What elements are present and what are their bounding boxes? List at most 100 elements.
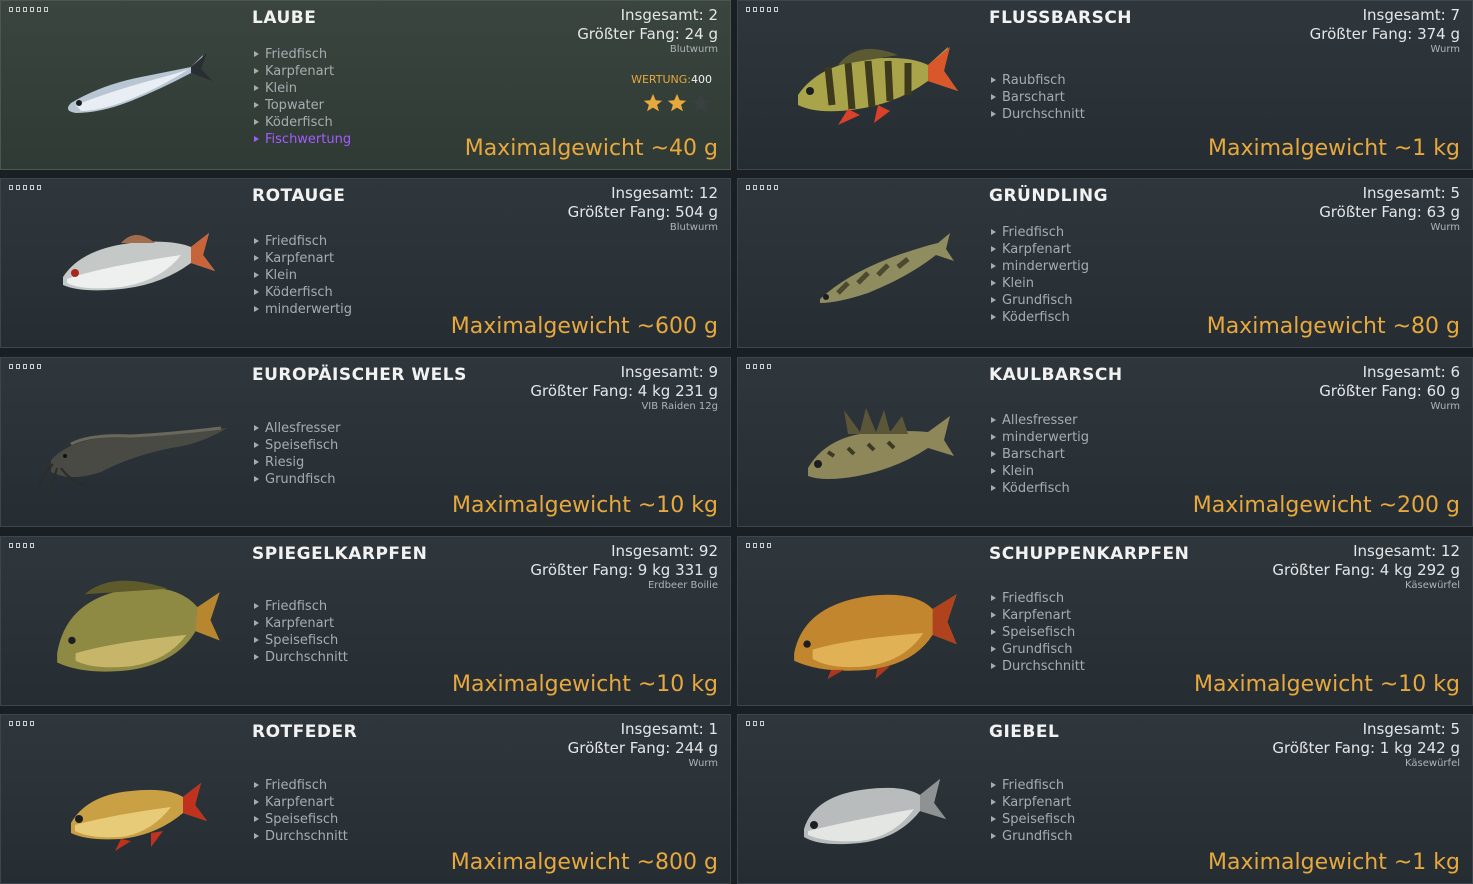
tag-label: Karpfenart	[265, 251, 335, 266]
tag-label: Speisefisch	[1002, 625, 1076, 640]
catfish-image	[31, 382, 231, 502]
catch-stats: Insgesamt: 12 Größter Fang: 4 kg 292 g Käs…	[1272, 542, 1460, 591]
rarity-dot	[746, 7, 750, 12]
fish-tag: Klein	[254, 267, 352, 284]
fish-tag: Raubfisch	[991, 72, 1085, 89]
rarity-dot	[767, 543, 771, 548]
rarity-dot	[767, 7, 771, 12]
biggest-catch: Größter Fang: 9 kg 331 g	[530, 561, 718, 579]
tag-label: Grundfisch	[265, 472, 336, 487]
fish-tag: Grundfisch	[254, 471, 340, 488]
fish-tag: Köderfisch	[254, 284, 352, 301]
rarity-dot	[746, 543, 750, 548]
tag-bullet-icon	[991, 246, 996, 252]
rarity-dot	[760, 364, 764, 369]
tag-label: Friedfisch	[265, 47, 328, 62]
tag-label: Friedfisch	[265, 234, 328, 249]
tag-label: Speisefisch	[265, 438, 339, 453]
catch-stats: Insgesamt: 1 Größter Fang: 244 g Wurm	[568, 720, 718, 769]
fish-tag: Friedfisch	[991, 777, 1075, 794]
fish-tag: Speisefisch	[991, 811, 1075, 828]
fish-card[interactable]: GIEBEL Friedfisch Karpfenart Speisefisch Gru…	[737, 714, 1473, 884]
fish-name: SPIEGELKARPFEN	[252, 544, 428, 564]
rarity-dots	[9, 721, 34, 726]
star-filled-icon	[667, 93, 687, 112]
tag-label: Köderfisch	[1002, 310, 1070, 325]
biggest-catch: Größter Fang: 24 g	[577, 25, 718, 43]
fish-card[interactable]: SPIEGELKARPFEN Friedfisch Karpfenart Speise…	[0, 536, 731, 706]
fish-card[interactable]: KAULBARSCH Allesfresser minderwertig Barsch…	[737, 357, 1473, 527]
tag-bullet-icon	[991, 663, 996, 669]
max-weight: Maximalgewicht ~1 kg	[1207, 850, 1460, 875]
tag-bullet-icon	[254, 425, 259, 431]
max-weight: Maximalgewicht ~10 kg	[1193, 672, 1460, 697]
fish-card[interactable]: FLUSSBARSCH Raubfisch Barschart Durchschnit…	[737, 0, 1473, 170]
fish-name: EUROPÄISCHER WELS	[252, 365, 467, 385]
fish-card[interactable]: GRÜNDLING Friedfisch Karpfenart minderwerti…	[737, 178, 1473, 348]
rarity-dot	[753, 543, 757, 548]
rarity-dot	[30, 7, 34, 12]
rarity-dot	[767, 185, 771, 190]
rarity-dot	[23, 364, 27, 369]
fish-tag: Durchschnitt	[991, 106, 1085, 123]
fish-tag: Karpfenart	[991, 794, 1075, 811]
tag-label: Riesig	[265, 455, 305, 470]
bait-used: Blutwurm	[669, 222, 718, 233]
tag-bullet-icon	[991, 94, 996, 100]
rarity-dot	[30, 364, 34, 369]
fish-tag: Speisefisch	[254, 811, 348, 828]
bait-used: Käsewürfel	[1405, 758, 1460, 769]
tag-label: Friedfisch	[1002, 591, 1065, 606]
total-count: Insgesamt: 12	[1353, 542, 1460, 560]
total-count: Insgesamt: 2	[620, 6, 718, 24]
biggest-catch: Größter Fang: 4 kg 292 g	[1272, 561, 1460, 579]
fish-tag: Karpfenart	[991, 607, 1085, 624]
fish-name: LAUBE	[252, 8, 317, 28]
tag-bullet-icon	[991, 111, 996, 117]
bait-used: Wurm	[688, 758, 718, 769]
fish-rating-link[interactable]: Fischwertung	[254, 131, 351, 148]
rating-label: WERTUNG:400	[631, 73, 712, 86]
fish-tag: Karpfenart	[254, 615, 348, 632]
rarity-dot	[16, 721, 20, 726]
tag-label: Karpfenart	[265, 616, 335, 631]
tag-label: Barschart	[1002, 447, 1065, 462]
rarity-dot	[774, 185, 778, 190]
fish-card[interactable]: EUROPÄISCHER WELS Allesfresser Speisefisch…	[0, 357, 731, 527]
fish-name: GIEBEL	[989, 722, 1060, 742]
tag-label: Fischwertung	[265, 132, 352, 147]
fish-card[interactable]: ROTAUGE Friedfisch Karpfenart Klein Köderfis…	[0, 178, 731, 348]
tag-label: Köderfisch	[1002, 481, 1070, 496]
rarity-dot	[767, 364, 771, 369]
fish-card[interactable]: SCHUPPENKARPFEN Friedfisch Karpfenart Speis…	[737, 536, 1473, 706]
rarity-dot	[30, 543, 34, 548]
mirror-carp-image	[31, 561, 231, 681]
perch-fish-image	[768, 25, 968, 145]
rarity-dot	[16, 185, 20, 190]
tag-label: Köderfisch	[265, 285, 333, 300]
fish-card[interactable]: ROTFEDER Friedfisch Karpfenart Speisefisch D…	[0, 714, 731, 884]
fish-tags: Raubfisch Barschart Durchschnitt	[991, 72, 1085, 123]
tag-bullet-icon	[254, 620, 259, 626]
tag-label: Klein	[1002, 276, 1034, 291]
rarity-dot	[9, 364, 13, 369]
rarity-dot	[37, 185, 41, 190]
fish-tags: Friedfisch Karpfenart minderwertig Klein Gru…	[991, 224, 1089, 326]
fish-card[interactable]: LAUBE Friedfisch Karpfenart Klein Topwater Kö…	[0, 0, 731, 170]
tag-label: Barschart	[1002, 90, 1065, 105]
rarity-dot	[23, 185, 27, 190]
tag-bullet-icon	[254, 102, 259, 108]
fish-tag: Durchschnitt	[254, 649, 348, 666]
rarity-dot	[16, 364, 20, 369]
fish-tag: Köderfisch	[254, 114, 351, 131]
catch-stats: Insgesamt: 7 Größter Fang: 374 g Wurm	[1310, 6, 1460, 55]
biggest-catch: Größter Fang: 60 g	[1319, 382, 1460, 400]
rarity-dot	[37, 364, 41, 369]
max-weight: Maximalgewicht ~80 g	[1206, 314, 1460, 339]
fish-tag: Speisefisch	[254, 437, 340, 454]
tag-label: Klein	[1002, 464, 1034, 479]
tag-bullet-icon	[254, 51, 259, 57]
fish-tag: Grundfisch	[991, 641, 1085, 658]
rating-value: 400	[691, 73, 712, 86]
biggest-catch: Größter Fang: 1 kg 242 g	[1272, 739, 1460, 757]
